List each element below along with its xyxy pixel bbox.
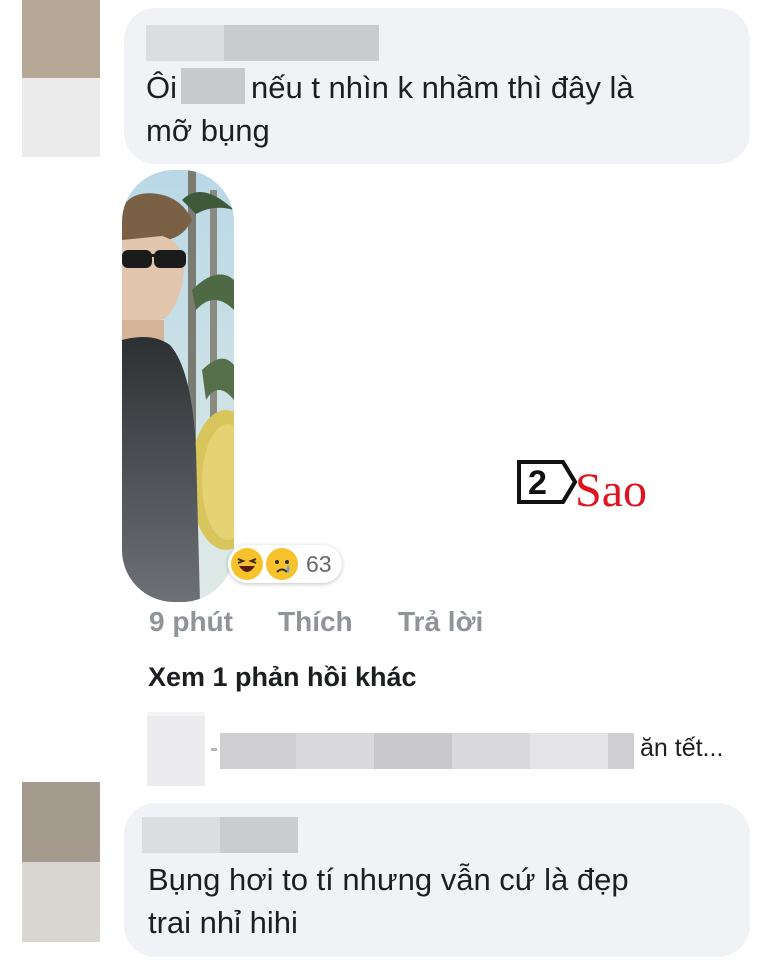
reply-avatar[interactable] [147, 712, 205, 786]
reply-preview-text: ăn tết... [640, 734, 724, 762]
2sao-watermark-logo: 2 Sao [517, 456, 687, 520]
reaction-count: 63 [306, 551, 332, 577]
blurred-username[interactable] [220, 817, 298, 853]
blurred-username[interactable] [224, 25, 379, 61]
like-button[interactable]: Thích [278, 606, 353, 638]
reaction-summary[interactable]: 63 [228, 545, 342, 583]
reply-button[interactable]: Trả lời [398, 606, 483, 638]
timestamp: 9 phút [149, 606, 233, 637]
crying-emoji-icon [266, 548, 298, 580]
commenter-avatar[interactable] [22, 782, 100, 942]
watermark-text: Sao [575, 464, 647, 517]
attached-photo[interactable] [122, 170, 234, 602]
comment-text: Bụng hơi to tí nhưng vẫn cứ là đẹp trai … [148, 862, 629, 940]
blurred-username[interactable] [142, 817, 220, 853]
blurred-username[interactable] [146, 25, 224, 61]
laughing-emoji-icon [231, 548, 263, 580]
man-with-sunglasses-image [122, 170, 234, 602]
commenter-avatar[interactable] [22, 0, 100, 157]
view-more-replies-link[interactable]: Xem 1 phản hồi khác [148, 662, 417, 693]
reply-blur-dot [211, 748, 217, 751]
blurred-reply-text[interactable] [220, 733, 634, 769]
comment-text: Ôi nếu t nhìn k nhầm thì đây là mỡ bụng [146, 68, 634, 148]
comment-bubble: Ôi nếu t nhìn k nhầm thì đây là mỡ bụng [124, 8, 750, 164]
comment-bubble: Bụng hơi to tí nhưng vẫn cứ là đẹp trai … [124, 803, 750, 957]
watermark-digit: 2 [528, 464, 547, 502]
blurred-mention [181, 68, 245, 104]
